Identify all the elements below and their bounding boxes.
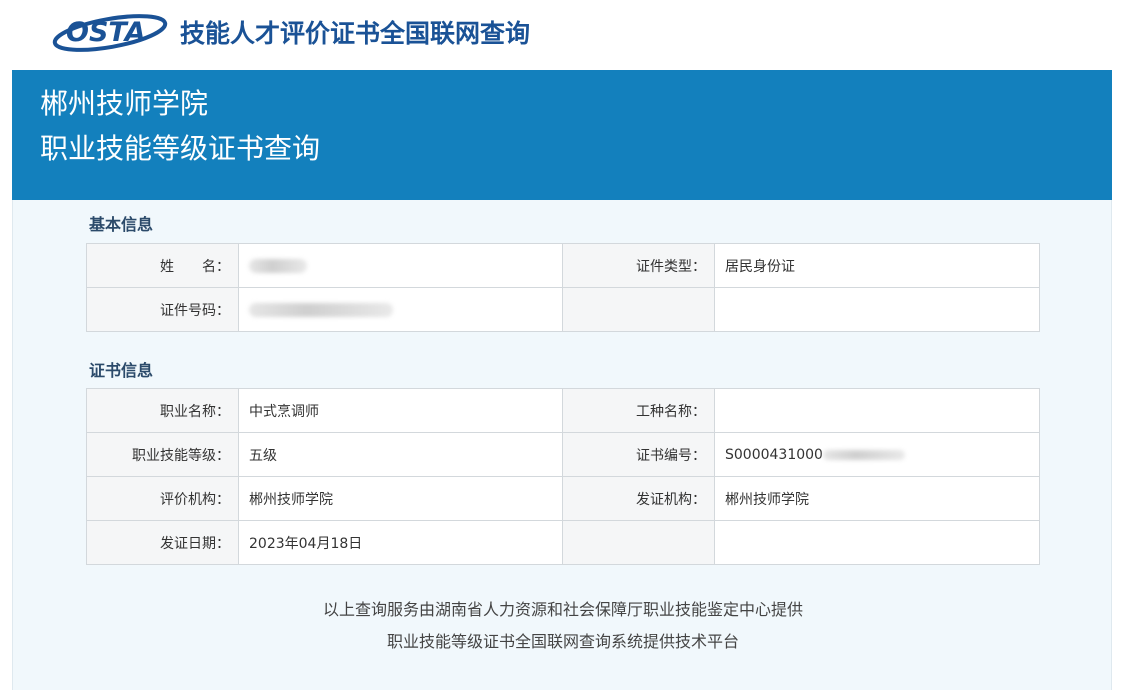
table-row: 职业名称： 中式烹调师 工种名称： — [86, 388, 1040, 433]
page-title: 职业技能等级证书查询 — [40, 132, 321, 165]
name-label: 姓 名： — [86, 243, 239, 288]
redacted-name — [249, 258, 307, 273]
osta-logo[interactable]: OSTA — [52, 8, 172, 54]
cert-info-heading: 证书信息 — [89, 361, 154, 380]
basic-info-table: 姓 名： 证件类型： 居民身份证 证件号码： — [86, 243, 1040, 332]
table-row: 职业技能等级： 五级 证书编号： S0000431000 — [86, 432, 1040, 477]
evaluator-value: 郴州技师学院 — [238, 476, 563, 521]
id-number-label: 证件号码： — [86, 287, 239, 332]
id-type-value: 居民身份证 — [714, 243, 1040, 288]
footer-provider-note: 以上查询服务由湖南省人力资源和社会保障厅职业技能鉴定中心提供 — [322, 600, 803, 619]
site-header: OSTA 技能人才评价证书全国联网查询 — [0, 0, 1128, 70]
table-row: 姓 名： 证件类型： 居民身份证 — [86, 243, 1040, 288]
cert-no-value: S0000431000 — [714, 432, 1040, 477]
name-value — [238, 243, 563, 288]
job-type-label: 工种名称： — [562, 388, 715, 433]
logo-text: OSTA — [66, 17, 146, 48]
result-panel: 基本信息 姓 名： 证件类型： 居民身份证 证件号码： 证书信息 职业名称： 中… — [12, 200, 1112, 690]
redacted-id-number — [249, 302, 393, 317]
table-row: 发证日期： 2023年04月18日 — [86, 520, 1040, 565]
page-banner: 郴州技师学院 职业技能等级证书查询 — [12, 70, 1112, 200]
cert-no-label: 证书编号： — [562, 432, 715, 477]
basic-info-heading: 基本信息 — [89, 215, 154, 234]
issue-date-value: 2023年04月18日 — [238, 520, 563, 565]
job-type-value — [714, 388, 1040, 433]
empty-value-cell — [714, 287, 1040, 332]
cert-info-table: 职业名称： 中式烹调师 工种名称： 职业技能等级： 五级 证书编号： S0000… — [86, 388, 1040, 565]
table-row: 证件号码： — [86, 287, 1040, 332]
level-label: 职业技能等级： — [86, 432, 239, 477]
redacted-cert-no — [822, 449, 905, 460]
issue-date-label: 发证日期： — [86, 520, 239, 565]
issuer-value: 郴州技师学院 — [714, 476, 1040, 521]
empty-label-cell — [562, 287, 715, 332]
occupation-label: 职业名称： — [86, 388, 239, 433]
empty-label-cell — [562, 520, 715, 565]
site-title: 技能人才评价证书全国联网查询 — [180, 19, 531, 48]
issuer-label: 发证机构： — [562, 476, 715, 521]
table-row: 评价机构： 郴州技师学院 发证机构： 郴州技师学院 — [86, 476, 1040, 521]
evaluator-label: 评价机构： — [86, 476, 239, 521]
id-type-label: 证件类型： — [562, 243, 715, 288]
institution-name: 郴州技师学院 — [40, 87, 209, 120]
footer-platform-note: 职业技能等级证书全国联网查询系统提供技术平台 — [386, 632, 739, 651]
level-value: 五级 — [238, 432, 563, 477]
empty-value-cell — [714, 520, 1040, 565]
cert-no-text: S0000431000 — [725, 446, 823, 463]
id-number-value — [238, 287, 563, 332]
occupation-value: 中式烹调师 — [238, 388, 563, 433]
